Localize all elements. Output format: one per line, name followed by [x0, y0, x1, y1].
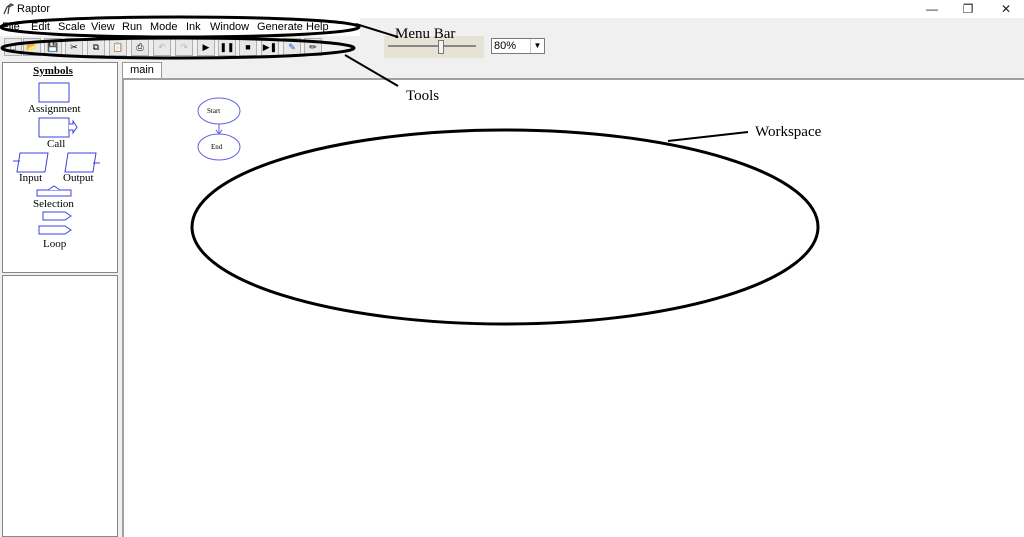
tools-pointer-line	[344, 54, 399, 87]
menu-bar-pointer-line	[355, 23, 399, 38]
start-node-label: Start	[207, 107, 221, 115]
menu-bar-annotation: Menu Bar	[395, 26, 456, 42]
flowchart-canvas	[0, 15, 820, 326]
workspace-pointer-line	[667, 131, 749, 142]
tools-annotation: Tools	[406, 88, 440, 104]
menu-bar-highlight-oval	[0, 15, 361, 39]
workspace-annotation: Workspace	[755, 124, 822, 140]
end-node-label: End	[211, 143, 223, 151]
workspace-highlight-oval	[190, 128, 820, 326]
tools-highlight-oval	[0, 36, 356, 60]
